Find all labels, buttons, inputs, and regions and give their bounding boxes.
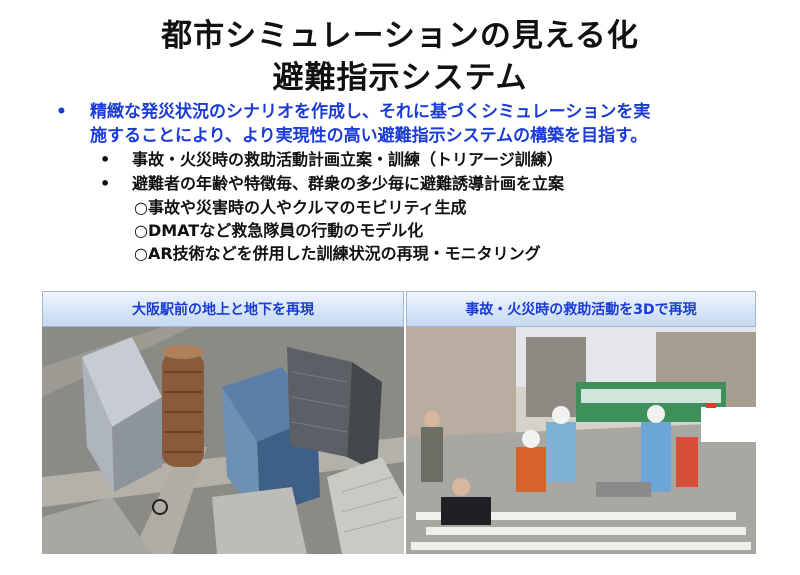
image-panels: 大阪駅前の地上と地下を再現 事故・火災時の救助活動を3Dで再現 [42,291,756,554]
bullet-list: • 精緻な発災状況のシナリオを作成し、それに基づくシミュレーションを実 施するこ… [56,100,776,265]
circle-item: ○AR技術などを併用した訓練状況の再現・モニタリング [134,244,541,263]
slide-title-line1: 都市シミュレーションの見える化 [161,18,639,54]
bullet-dot-icon: • [100,150,111,169]
panel-caption: 大阪駅前の地上と地下を再現 [42,291,404,327]
sub-bullet: • 避難者の年齢や特徴毎、群衆の多少毎に避難誘導計画を立案 [56,172,776,196]
rescue-scene-photo-image [406,327,756,554]
sub-bullet-text: 事故・火災時の救助活動計画立案・訓練（トリアージ訓練） [132,150,563,169]
rescue-activity-panel: 事故・火災時の救助活動を3Dで再現 [406,291,756,554]
main-bullet-line1: 精緻な発災状況のシナリオを作成し、それに基づくシミュレーションを実 [90,102,651,122]
osaka-station-panel: 大阪駅前の地上と地下を再現 [42,291,404,554]
main-bullet-line2: 施することにより、より実現性の高い避難指示システムの構築を目指す。 [90,126,648,146]
sub-bullet: • 事故・火災時の救助活動計画立案・訓練（トリアージ訓練） [56,148,776,172]
circle-item: ○DMATなど救急隊員の行動のモデル化 [134,221,424,240]
sub-bullet-text: 避難者の年齢や特徴毎、群衆の多少毎に避難誘導計画を立案 [132,174,565,193]
circle-item: ○事故や災害時の人やクルマのモビリティ生成 [134,198,467,217]
bullet-dot-icon: • [100,174,111,193]
panel-caption: 事故・火災時の救助活動を3Dで再現 [406,291,756,327]
bullet-dot-icon: • [56,102,67,122]
osaka-station-3d-render-image [42,327,404,554]
main-bullet: • 精緻な発災状況のシナリオを作成し、それに基づくシミュレーションを実 施するこ… [56,100,776,148]
slide-title-line2: 避難指示システム [272,60,528,96]
